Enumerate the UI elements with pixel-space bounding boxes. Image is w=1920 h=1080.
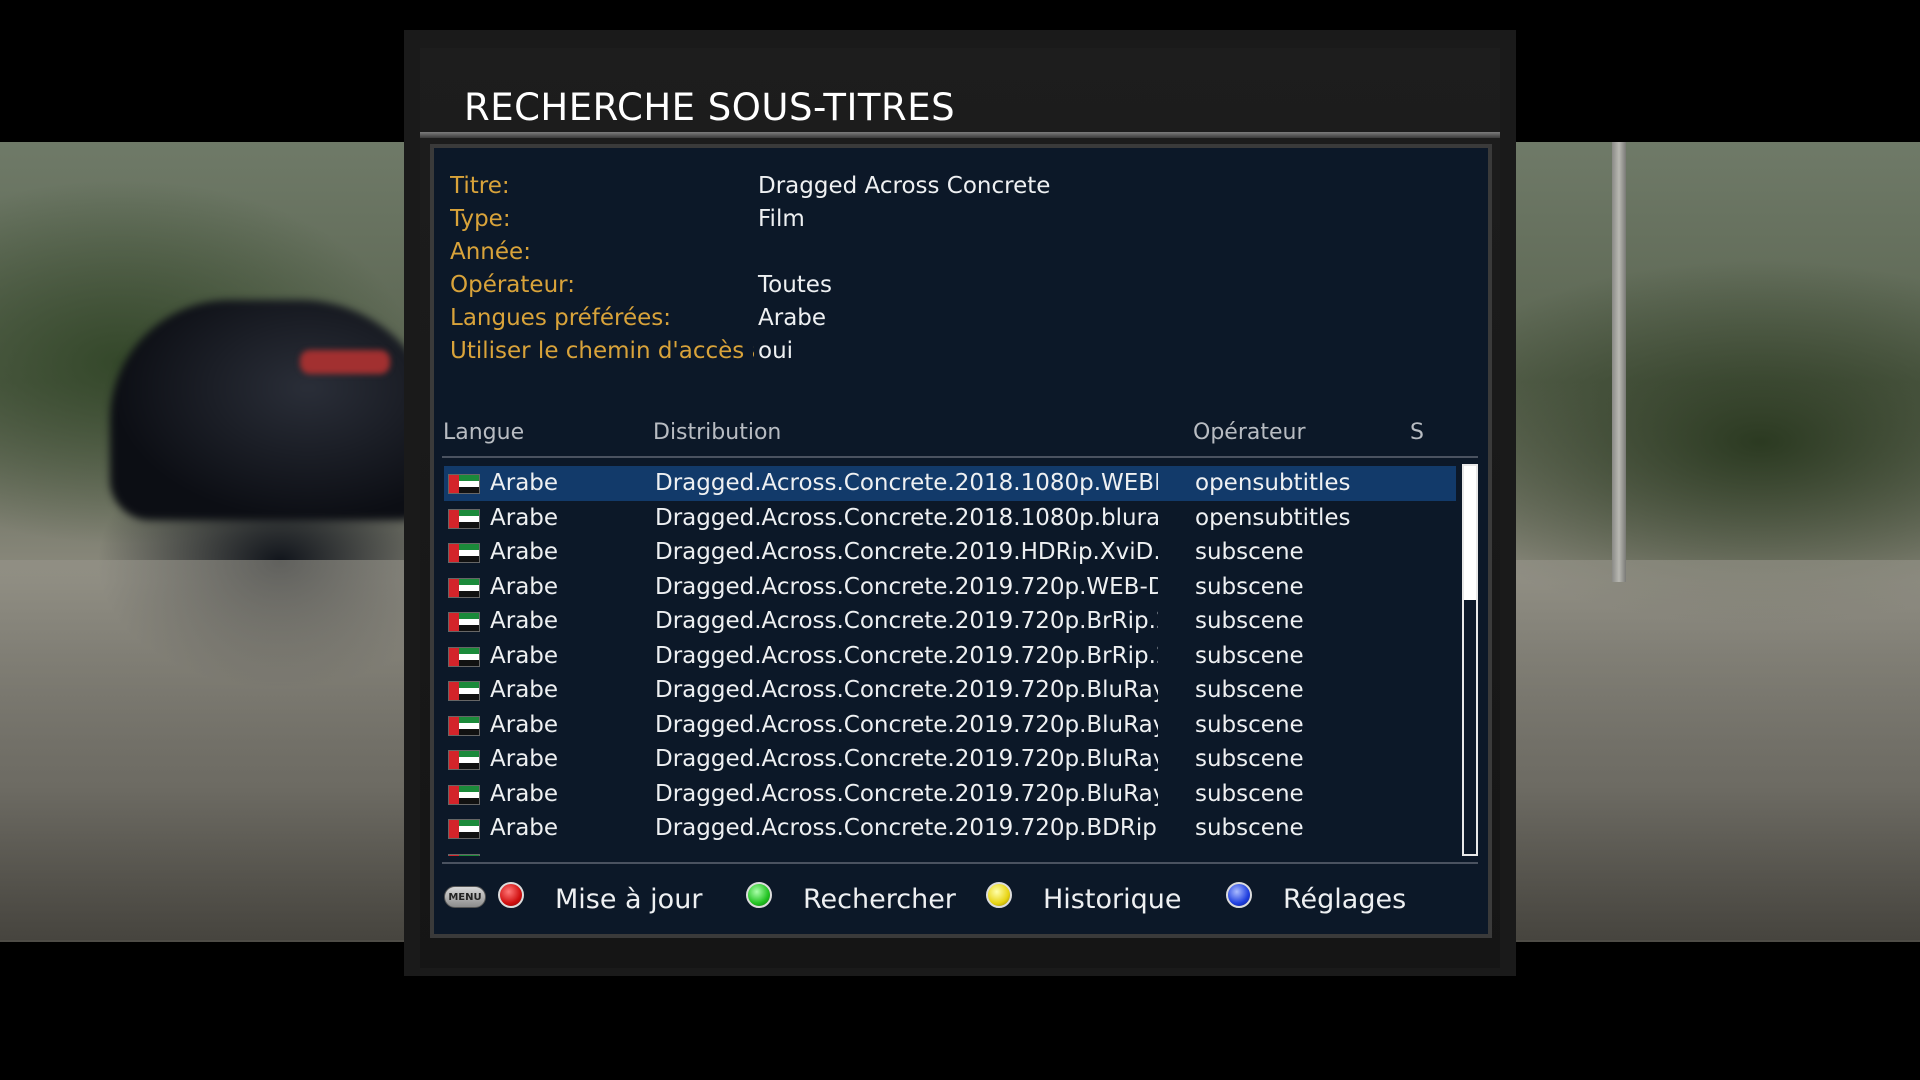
table-row-partial[interactable] xyxy=(444,846,1456,856)
cell-distribution: Dragged.Across.Concrete.2019.HDRip.XviD.… xyxy=(655,539,1158,565)
cell-langue: Arabe xyxy=(490,539,559,565)
cell-distribution: Dragged.Across.Concrete.2019.720p.BrRip.… xyxy=(655,608,1158,634)
header-divider xyxy=(442,456,1478,458)
info-row-annee: Année: xyxy=(450,236,1450,268)
column-header-s[interactable]: S xyxy=(1410,418,1424,448)
cell-langue: Arabe xyxy=(490,815,559,841)
table-row[interactable]: Arabe Dragged.Across.Concrete.2019.720p.… xyxy=(444,708,1456,743)
update-button[interactable]: Mise à jour xyxy=(555,882,702,918)
footer-divider xyxy=(442,862,1478,864)
uae-flag-icon xyxy=(448,508,480,529)
menu-button-icon[interactable]: MENU xyxy=(444,886,486,908)
cell-distribution: Dragged.Across.Concrete.2018.1080p.WEBRi… xyxy=(655,470,1158,496)
uae-flag-icon xyxy=(448,543,480,563)
cell-distribution: Dragged.Across.Concrete.2019.720p.BluRay… xyxy=(655,746,1158,772)
settings-button[interactable]: Réglages xyxy=(1283,882,1406,918)
info-label: Langues préférées: xyxy=(450,305,672,331)
info-label: Année: xyxy=(450,239,531,265)
cell-operateur: subscene xyxy=(1195,642,1304,669)
uae-flag-icon xyxy=(448,681,480,701)
uae-flag-icon xyxy=(448,577,480,598)
scrollbar-thumb[interactable] xyxy=(1464,466,1476,600)
uae-flag-icon xyxy=(448,784,480,805)
cell-operateur: opensubtitles xyxy=(1195,504,1351,531)
column-header-langue[interactable]: Langue xyxy=(443,418,524,448)
dialog-title: RECHERCHE SOUS-TITRES xyxy=(464,86,956,129)
title-divider xyxy=(420,132,1500,138)
uae-flag-icon xyxy=(448,646,480,667)
cell-langue: Arabe xyxy=(490,677,559,703)
cell-operateur: subscene xyxy=(1195,815,1304,841)
cell-distribution: Dragged.Across.Concrete.2019.720p.BluRay… xyxy=(655,711,1158,738)
cell-langue: Arabe xyxy=(490,780,559,807)
info-row-type: Type: Film xyxy=(450,203,1450,235)
info-label: Titre: xyxy=(450,173,510,199)
cell-operateur: subscene xyxy=(1195,677,1304,703)
info-value: Arabe xyxy=(758,305,827,331)
background-street-pole xyxy=(1612,142,1626,582)
info-value: Film xyxy=(758,206,805,232)
info-value: Dragged Across Concrete xyxy=(758,173,1051,199)
table-row[interactable]: Arabe Dragged.Across.Concrete.2018.1080p… xyxy=(444,501,1456,536)
table-row[interactable]: Arabe Dragged.Across.Concrete.2019.720p.… xyxy=(444,742,1456,777)
cell-operateur: subscene xyxy=(1195,608,1304,634)
uae-flag-icon xyxy=(448,612,480,632)
table-row[interactable]: Arabe Dragged.Across.Concrete.2019.720p.… xyxy=(444,639,1456,674)
yellow-button-icon[interactable] xyxy=(986,882,1012,908)
cell-langue: Arabe xyxy=(490,504,559,531)
info-row-langues: Langues préférées: Arabe xyxy=(450,302,1450,334)
table-row[interactable]: Arabe Dragged.Across.Concrete.2019.720p.… xyxy=(444,777,1456,812)
info-value: oui xyxy=(758,338,794,364)
blue-button-icon[interactable] xyxy=(1226,882,1252,908)
cell-operateur: subscene xyxy=(1195,573,1304,600)
table-row[interactable]: Arabe Dragged.Across.Concrete.2018.1080p… xyxy=(444,466,1456,501)
background-car xyxy=(110,300,440,520)
cell-distribution: Dragged.Across.Concrete.2019.720p.BDRip.… xyxy=(655,815,1158,841)
cell-langue: Arabe xyxy=(490,711,559,738)
uae-flag-icon xyxy=(448,853,480,856)
cell-langue: Arabe xyxy=(490,608,559,634)
cell-langue: Arabe xyxy=(490,573,559,600)
background-car-taillight xyxy=(300,350,390,374)
red-button-icon[interactable] xyxy=(498,882,524,908)
uae-flag-icon xyxy=(448,819,480,839)
cell-distribution: Dragged.Across.Concrete.2018.1080p.blura… xyxy=(655,504,1158,531)
cell-operateur: subscene xyxy=(1195,746,1304,772)
cell-distribution: Dragged.Across.Concrete.2019.720p.BluRay… xyxy=(655,780,1158,807)
cell-operateur: subscene xyxy=(1195,780,1304,807)
subtitle-results-list[interactable]: Arabe Dragged.Across.Concrete.2018.1080p… xyxy=(442,464,1458,856)
table-row[interactable]: Arabe Dragged.Across.Concrete.2019.720p.… xyxy=(444,570,1456,605)
info-label: Type: xyxy=(450,206,511,232)
cell-distribution: Dragged.Across.Concrete.2019.720p.BluRay… xyxy=(655,677,1158,703)
table-row[interactable]: Arabe Dragged.Across.Concrete.2019.720p.… xyxy=(444,811,1456,846)
cell-distribution: Dragged.Across.Concrete.2019.720p.WEB-DL… xyxy=(655,573,1158,600)
table-row[interactable]: Arabe Dragged.Across.Concrete.2019.720p.… xyxy=(444,673,1456,708)
cell-langue: Arabe xyxy=(490,470,559,496)
info-label: Opérateur: xyxy=(450,272,575,298)
info-value: Toutes xyxy=(758,272,832,298)
info-label: Utiliser le chemin d'accès a xyxy=(450,338,754,364)
search-button[interactable]: Rechercher xyxy=(803,882,956,918)
cell-distribution: Dragged.Across.Concrete.2019.720p.BrRip.… xyxy=(655,642,1158,669)
cell-langue: Arabe xyxy=(490,746,559,772)
table-row[interactable]: Arabe Dragged.Across.Concrete.2019.HDRip… xyxy=(444,535,1456,570)
green-button-icon[interactable] xyxy=(746,882,772,908)
cell-operateur: opensubtitles xyxy=(1195,470,1351,496)
cell-operateur: subscene xyxy=(1195,711,1304,738)
table-row[interactable]: Arabe Dragged.Across.Concrete.2019.720p.… xyxy=(444,604,1456,639)
column-header-distribution[interactable]: Distribution xyxy=(653,418,781,448)
cell-langue: Arabe xyxy=(490,642,559,669)
cell-operateur: subscene xyxy=(1195,539,1304,565)
info-row-operateur: Opérateur: Toutes xyxy=(450,269,1450,301)
info-row-chemin: Utiliser le chemin d'accès a oui xyxy=(450,335,1450,367)
column-header-operateur[interactable]: Opérateur xyxy=(1193,418,1306,448)
history-button[interactable]: Historique xyxy=(1043,882,1181,918)
uae-flag-icon xyxy=(448,750,480,770)
info-row-titre: Titre: Dragged Across Concrete xyxy=(450,170,1450,202)
uae-flag-icon xyxy=(448,474,480,494)
uae-flag-icon xyxy=(448,715,480,736)
